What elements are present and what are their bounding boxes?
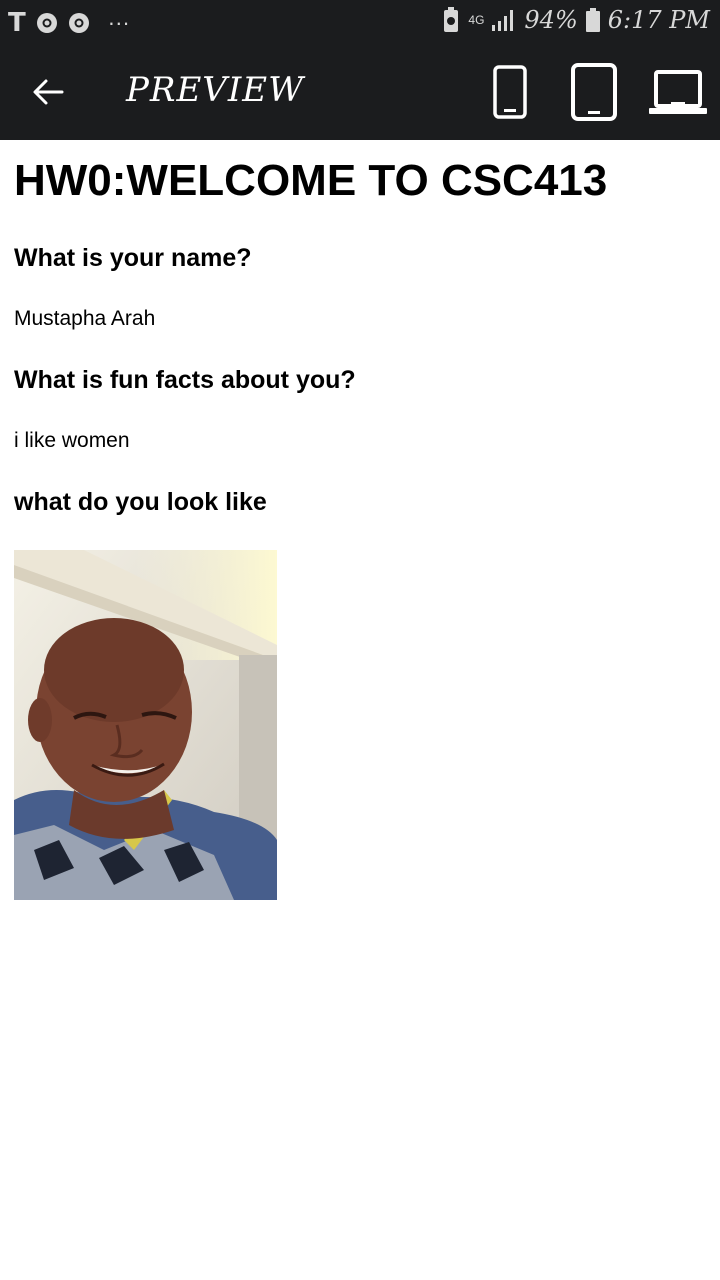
battery-saver-icon <box>444 7 459 32</box>
phone-icon <box>493 65 527 119</box>
t-app-icon: T <box>8 8 26 38</box>
chrome-icon <box>68 13 89 33</box>
status-right-icons: 4G 94% 6:17 PM <box>442 6 710 34</box>
status-bar: T ··· 4G 94% 6:17 PM <box>0 0 720 44</box>
battery-icon <box>585 8 600 32</box>
app-bar: PREVIEW <box>0 44 720 140</box>
laptop-icon <box>649 70 707 114</box>
clock: 6:17 PM <box>607 6 710 34</box>
answer-name: Mustapha Arah <box>14 307 156 330</box>
tablet-preview-button[interactable] <box>570 62 618 122</box>
back-button[interactable] <box>28 72 68 112</box>
overflow-notifications: ··· <box>107 10 130 35</box>
signal-icon <box>492 10 514 31</box>
phone-preview-button[interactable] <box>490 62 530 122</box>
chrome-icon <box>36 13 57 33</box>
tablet-icon <box>571 63 617 121</box>
status-left-icons: T ··· <box>8 8 130 38</box>
page-heading: HW0:WELCOME TO CSC413 <box>14 156 608 205</box>
profile-photo-image <box>14 550 277 900</box>
battery-percent: 94% <box>524 6 578 34</box>
arrow-left-icon <box>33 79 64 105</box>
question-appearance: what do you look like <box>14 488 267 516</box>
profile-photo <box>14 550 277 900</box>
question-fun-facts: What is fun facts about you? <box>14 366 356 394</box>
network-type: 4G <box>468 13 485 27</box>
question-name: What is your name? <box>14 244 252 272</box>
answer-fun-facts: i like women <box>14 429 130 452</box>
app-bar-title: PREVIEW <box>126 70 305 110</box>
laptop-preview-button[interactable] <box>648 62 708 122</box>
